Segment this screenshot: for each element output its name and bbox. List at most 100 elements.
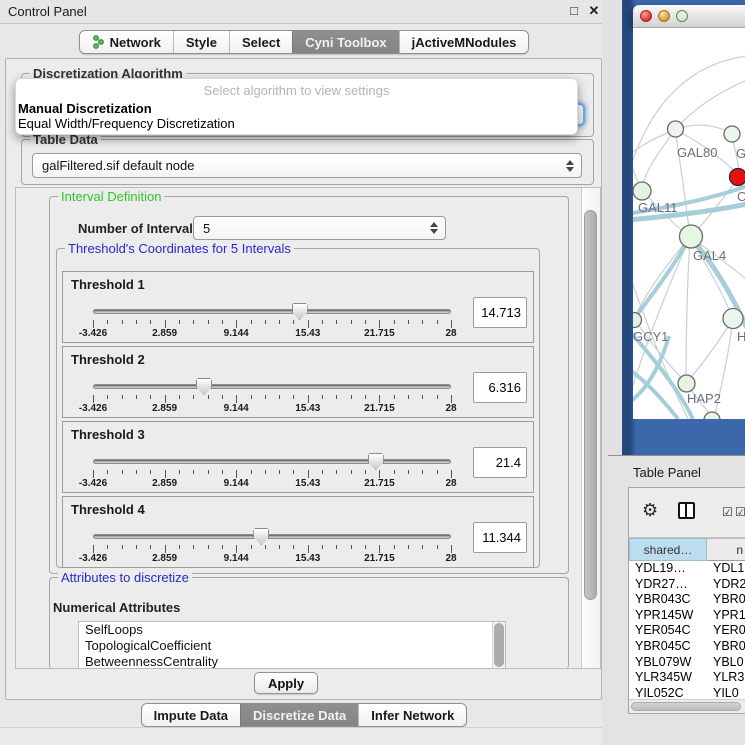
network-node-gal11[interactable] xyxy=(633,182,651,200)
threshold-4-slider[interactable]: -3.4262.8599.14415.4321.71528 xyxy=(93,529,451,567)
tick-label: 21.715 xyxy=(364,403,395,414)
threshold-2-slider[interactable]: -3.4262.8599.14415.4321.71528 xyxy=(93,379,451,417)
slider-track[interactable] xyxy=(93,534,451,539)
cell-shared-name[interactable]: YLR345W xyxy=(629,670,707,686)
algorithm-option-manual[interactable]: Manual Discretization xyxy=(18,101,575,116)
cell-name[interactable]: YBL0 xyxy=(707,655,745,671)
tab-infer-network[interactable]: Infer Network xyxy=(358,704,466,726)
slider-knob[interactable] xyxy=(292,303,308,320)
threshold-3-slider[interactable]: -3.4262.8599.14415.4321.71528 xyxy=(93,454,451,492)
network-node-gcy1[interactable] xyxy=(633,313,642,328)
slider-track[interactable] xyxy=(93,309,451,314)
threshold-3-value-field[interactable]: 21.4 xyxy=(473,447,527,478)
table-row[interactable]: YBR043CYBR0 xyxy=(629,592,745,608)
tab-jactivemnodules[interactable]: jActiveMNodules xyxy=(399,31,529,53)
interval-definition-label: Interval Definition xyxy=(58,189,164,204)
algorithm-option-equal-width[interactable]: Equal Width/Frequency Discretization xyxy=(18,116,575,131)
list-scrollbar[interactable] xyxy=(492,622,505,668)
horizontal-scrollbar-thumb[interactable] xyxy=(631,702,741,711)
threshold-1-slider[interactable]: -3.4262.8599.14415.4321.71528 xyxy=(93,304,451,342)
horizontal-scrollbar[interactable] xyxy=(629,699,745,713)
numerical-attributes-label: Numerical Attributes xyxy=(53,600,180,615)
cell-name[interactable]: YDL1 xyxy=(707,561,745,577)
attribute-list-item[interactable]: SelfLoops xyxy=(79,622,505,638)
slider-track[interactable] xyxy=(93,459,451,464)
attribute-list-item[interactable]: TopologicalCoefficient xyxy=(79,638,505,654)
threshold-2-value-field[interactable]: 6.316 xyxy=(473,372,527,403)
bottom-tabstrip: Impute Data Discretize Data Infer Networ… xyxy=(0,703,608,727)
cell-name[interactable]: YER0 xyxy=(707,623,745,639)
slider-track[interactable] xyxy=(93,384,451,389)
numerical-attributes-list[interactable]: SelfLoopsTopologicalCoefficientBetweenne… xyxy=(78,621,506,669)
slider-tick-labels: -3.4262.8599.14415.4321.71528 xyxy=(93,553,451,565)
tick-label: 15.43 xyxy=(295,553,320,564)
slider-ticks xyxy=(93,320,451,328)
cell-shared-name[interactable]: YPR145W xyxy=(629,608,707,624)
tab-style[interactable]: Style xyxy=(173,31,229,53)
table-row[interactable]: YDL19…YDL1 xyxy=(629,561,745,577)
checkbox-icon[interactable]: ☑ xyxy=(735,505,745,519)
cell-name[interactable]: YBR0 xyxy=(707,592,745,608)
table-toolbar: ⚙ ☑ ☑ xyxy=(629,488,745,538)
network-node-gal80[interactable] xyxy=(668,121,684,137)
scrollbar-thumb[interactable] xyxy=(584,210,597,600)
table-row[interactable]: YDR27…YDR2 xyxy=(629,577,745,593)
table-row[interactable]: YLR345WYLR3 xyxy=(629,670,745,686)
slider-knob[interactable] xyxy=(368,453,384,470)
zoom-traffic-light-icon[interactable] xyxy=(676,10,688,22)
apply-button[interactable]: Apply xyxy=(254,672,318,694)
network-node[interactable] xyxy=(704,412,720,419)
cell-name[interactable]: YBR0 xyxy=(707,639,745,655)
network-node-ga[interactable] xyxy=(724,126,740,142)
cell-shared-name[interactable]: YIL052C xyxy=(629,686,707,699)
slider-ticks xyxy=(93,395,451,403)
vertical-scrollbar[interactable] xyxy=(581,188,600,668)
cell-shared-name[interactable]: YDR27… xyxy=(629,577,707,593)
cell-shared-name[interactable]: YBL079W xyxy=(629,655,707,671)
number-of-intervals-combobox[interactable]: 5 xyxy=(193,216,446,240)
checkbox-icon[interactable]: ☑ xyxy=(722,505,734,519)
table-row[interactable]: YER054CYER0 xyxy=(629,623,745,639)
column-header-name[interactable]: n xyxy=(707,538,745,561)
table-row[interactable]: YBR045CYBR0 xyxy=(629,639,745,655)
cell-name[interactable]: YPR1 xyxy=(707,608,745,624)
threshold-1-value-field[interactable]: 14.713 xyxy=(473,297,527,328)
close-icon[interactable]: ✕ xyxy=(586,3,602,19)
tab-impute-data[interactable]: Impute Data xyxy=(142,704,240,726)
cell-name[interactable]: YLR3 xyxy=(707,670,745,686)
column-header-shared-name[interactable]: shared… xyxy=(629,538,707,561)
network-view[interactable]: GAL80GACGAL11GAL4GCY1HHAP2 xyxy=(633,28,745,419)
slider-knob[interactable] xyxy=(253,528,269,545)
threshold-2-panel: Threshold 2 -3.4262.8599.14415.4321.7152… xyxy=(62,346,534,418)
cell-name[interactable]: YIL0 xyxy=(707,686,745,699)
cell-name[interactable]: YDR2 xyxy=(707,577,745,593)
network-node-h[interactable] xyxy=(723,309,743,329)
tab-select[interactable]: Select xyxy=(229,31,292,53)
panel-title: Control Panel xyxy=(8,4,87,19)
tab-cyni-toolbox[interactable]: Cyni Toolbox xyxy=(292,31,398,53)
slider-knob[interactable] xyxy=(196,378,212,395)
network-node-hap2[interactable] xyxy=(678,375,695,392)
float-window-icon[interactable]: □ xyxy=(566,3,582,18)
table-panel-box: ⚙ ☑ ☑ shared… n YDL19…YDL1YDR27…YDR2YBR0… xyxy=(628,487,745,714)
gear-icon[interactable]: ⚙ xyxy=(642,501,658,519)
top-tabstrip: Network Style Select Cyni Toolbox jActiv… xyxy=(0,30,608,54)
minimize-traffic-light-icon[interactable] xyxy=(658,10,670,22)
attribute-list-item[interactable]: BetweennessCentrality xyxy=(79,654,505,669)
cell-shared-name[interactable]: YDL19… xyxy=(629,561,707,577)
table-row[interactable]: YIL052CYIL0 xyxy=(629,686,745,699)
table-row[interactable]: YBL079WYBL0 xyxy=(629,655,745,671)
network-node-gal4[interactable] xyxy=(680,225,703,248)
tab-network[interactable]: Network xyxy=(80,31,173,53)
column-layout-icon[interactable] xyxy=(678,502,695,519)
cell-shared-name[interactable]: YBR045C xyxy=(629,639,707,655)
network-node-c[interactable] xyxy=(730,169,745,186)
threshold-4-value-field[interactable]: 11.344 xyxy=(473,522,527,553)
table-data-combobox[interactable]: galFiltered.sif default node xyxy=(32,153,582,178)
list-scrollbar-thumb[interactable] xyxy=(494,623,504,667)
close-traffic-light-icon[interactable] xyxy=(640,10,652,22)
cell-shared-name[interactable]: YER054C xyxy=(629,623,707,639)
tab-discretize-data[interactable]: Discretize Data xyxy=(240,704,358,726)
table-row[interactable]: YPR145WYPR1 xyxy=(629,608,745,624)
cell-shared-name[interactable]: YBR043C xyxy=(629,592,707,608)
